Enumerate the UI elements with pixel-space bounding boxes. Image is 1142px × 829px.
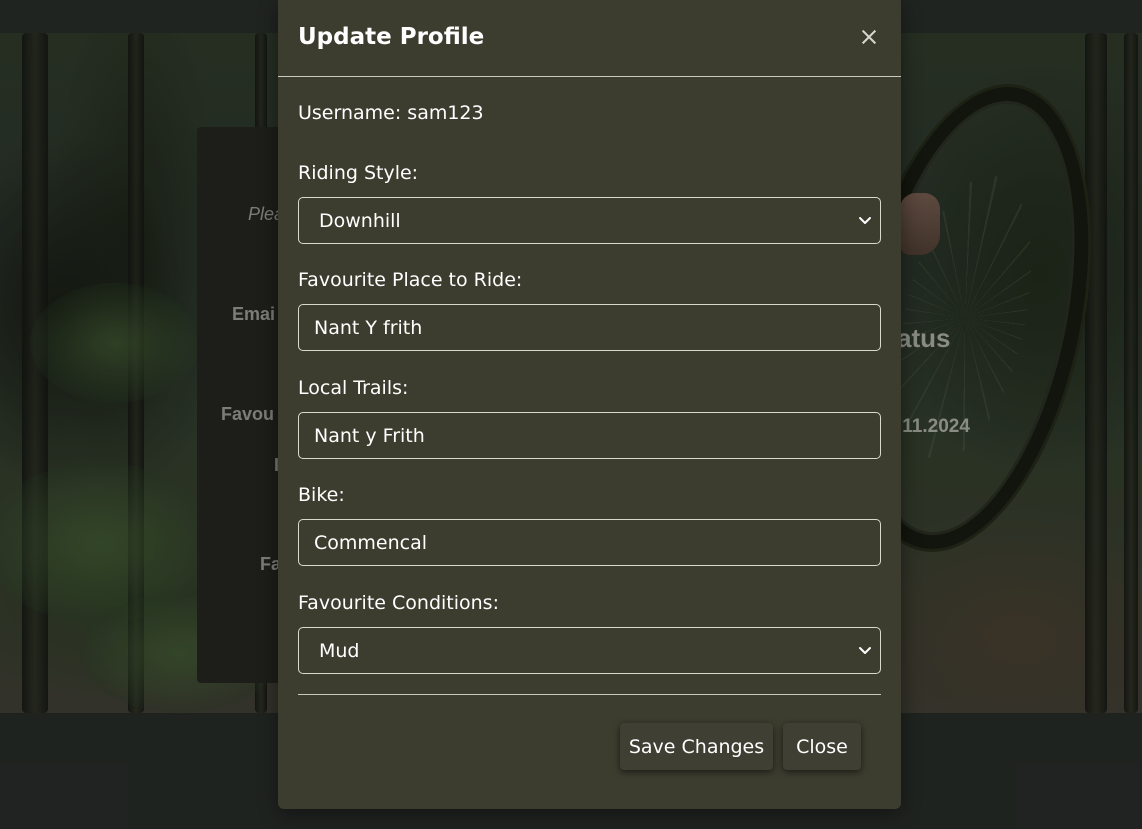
chevron-down-icon xyxy=(858,213,872,227)
username-text: Username: sam123 xyxy=(298,102,484,124)
riding-style-label: Riding Style: xyxy=(298,162,419,184)
favourite-conditions-label: Favourite Conditions: xyxy=(298,592,499,614)
modal-title: Update Profile xyxy=(298,24,485,50)
favourite-place-input[interactable]: Nant Y frith xyxy=(298,304,881,351)
close-icon[interactable] xyxy=(858,26,880,48)
favourite-place-label: Favourite Place to Ride: xyxy=(298,269,523,291)
bike-input[interactable]: Commencal xyxy=(298,519,881,566)
bike-label: Bike: xyxy=(298,484,345,506)
riding-style-value: Downhill xyxy=(319,209,401,232)
close-button[interactable]: Close xyxy=(783,723,861,770)
save-changes-button[interactable]: Save Changes xyxy=(620,723,773,770)
local-trails-input[interactable]: Nant y Frith xyxy=(298,412,881,459)
local-trails-value: Nant y Frith xyxy=(314,424,425,447)
favourite-conditions-value: Mud xyxy=(319,639,360,662)
modal-footer-divider xyxy=(298,694,881,695)
chevron-down-icon xyxy=(858,643,872,657)
riding-style-select[interactable]: Downhill xyxy=(298,197,881,244)
favourite-conditions-select[interactable]: Mud xyxy=(298,627,881,674)
favourite-place-value: Nant Y frith xyxy=(314,316,423,339)
modal-header: Update Profile xyxy=(278,0,901,77)
local-trails-label: Local Trails: xyxy=(298,377,409,399)
update-profile-modal: Update Profile Username: sam123 Riding S… xyxy=(278,0,901,809)
bike-value: Commencal xyxy=(314,531,428,554)
